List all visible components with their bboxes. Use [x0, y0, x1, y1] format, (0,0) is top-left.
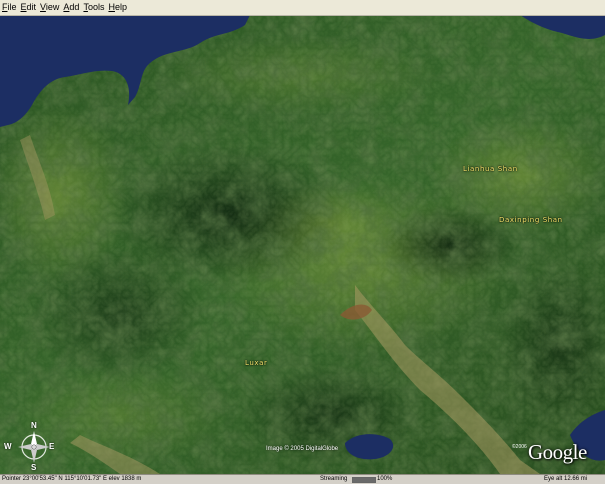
streaming-progress-fill — [353, 478, 375, 482]
compass-east: E — [49, 442, 55, 451]
menu-help[interactable]: Help — [106, 0, 129, 15]
menu-file[interactable]: File — [0, 0, 19, 15]
streaming-label: Streaming — [320, 476, 348, 482]
place-label-luxar[interactable]: Luxar — [245, 359, 268, 367]
menu-view[interactable]: View — [38, 0, 61, 15]
eye-altitude: Eye alt 12.66 mi — [544, 476, 588, 482]
menu-bar: File Edit View Add Tools Help — [0, 0, 605, 16]
logo-copyright: ©2006 — [512, 444, 527, 450]
place-label-lianhua-shan[interactable]: Lianhua Shan — [463, 165, 518, 173]
compass-rose[interactable]: N S E W — [4, 421, 56, 472]
pointer-coordinates: Pointer 23°00'53.45" N 115°10'01.73" E e… — [2, 476, 142, 482]
compass-north: N — [31, 421, 37, 430]
menu-edit[interactable]: Edit — [19, 0, 39, 15]
menu-add[interactable]: Add — [61, 0, 81, 15]
menu-tools[interactable]: Tools — [81, 0, 106, 15]
earth-viewport[interactable]: Lianhua Shan Daxinping Shan Luxar Image … — [0, 15, 605, 474]
place-label-daxinping-shan[interactable]: Daxinping Shan — [499, 216, 563, 224]
imagery-credit: Image © 2005 DigitalGlobe — [266, 446, 339, 452]
compass-south: S — [31, 463, 37, 472]
streaming-progress-bar — [352, 477, 376, 483]
satellite-terrain[interactable] — [0, 15, 605, 474]
streaming-percent: 100% — [377, 476, 393, 482]
google-logo: Google — [528, 440, 587, 464]
compass-west: W — [4, 442, 12, 451]
